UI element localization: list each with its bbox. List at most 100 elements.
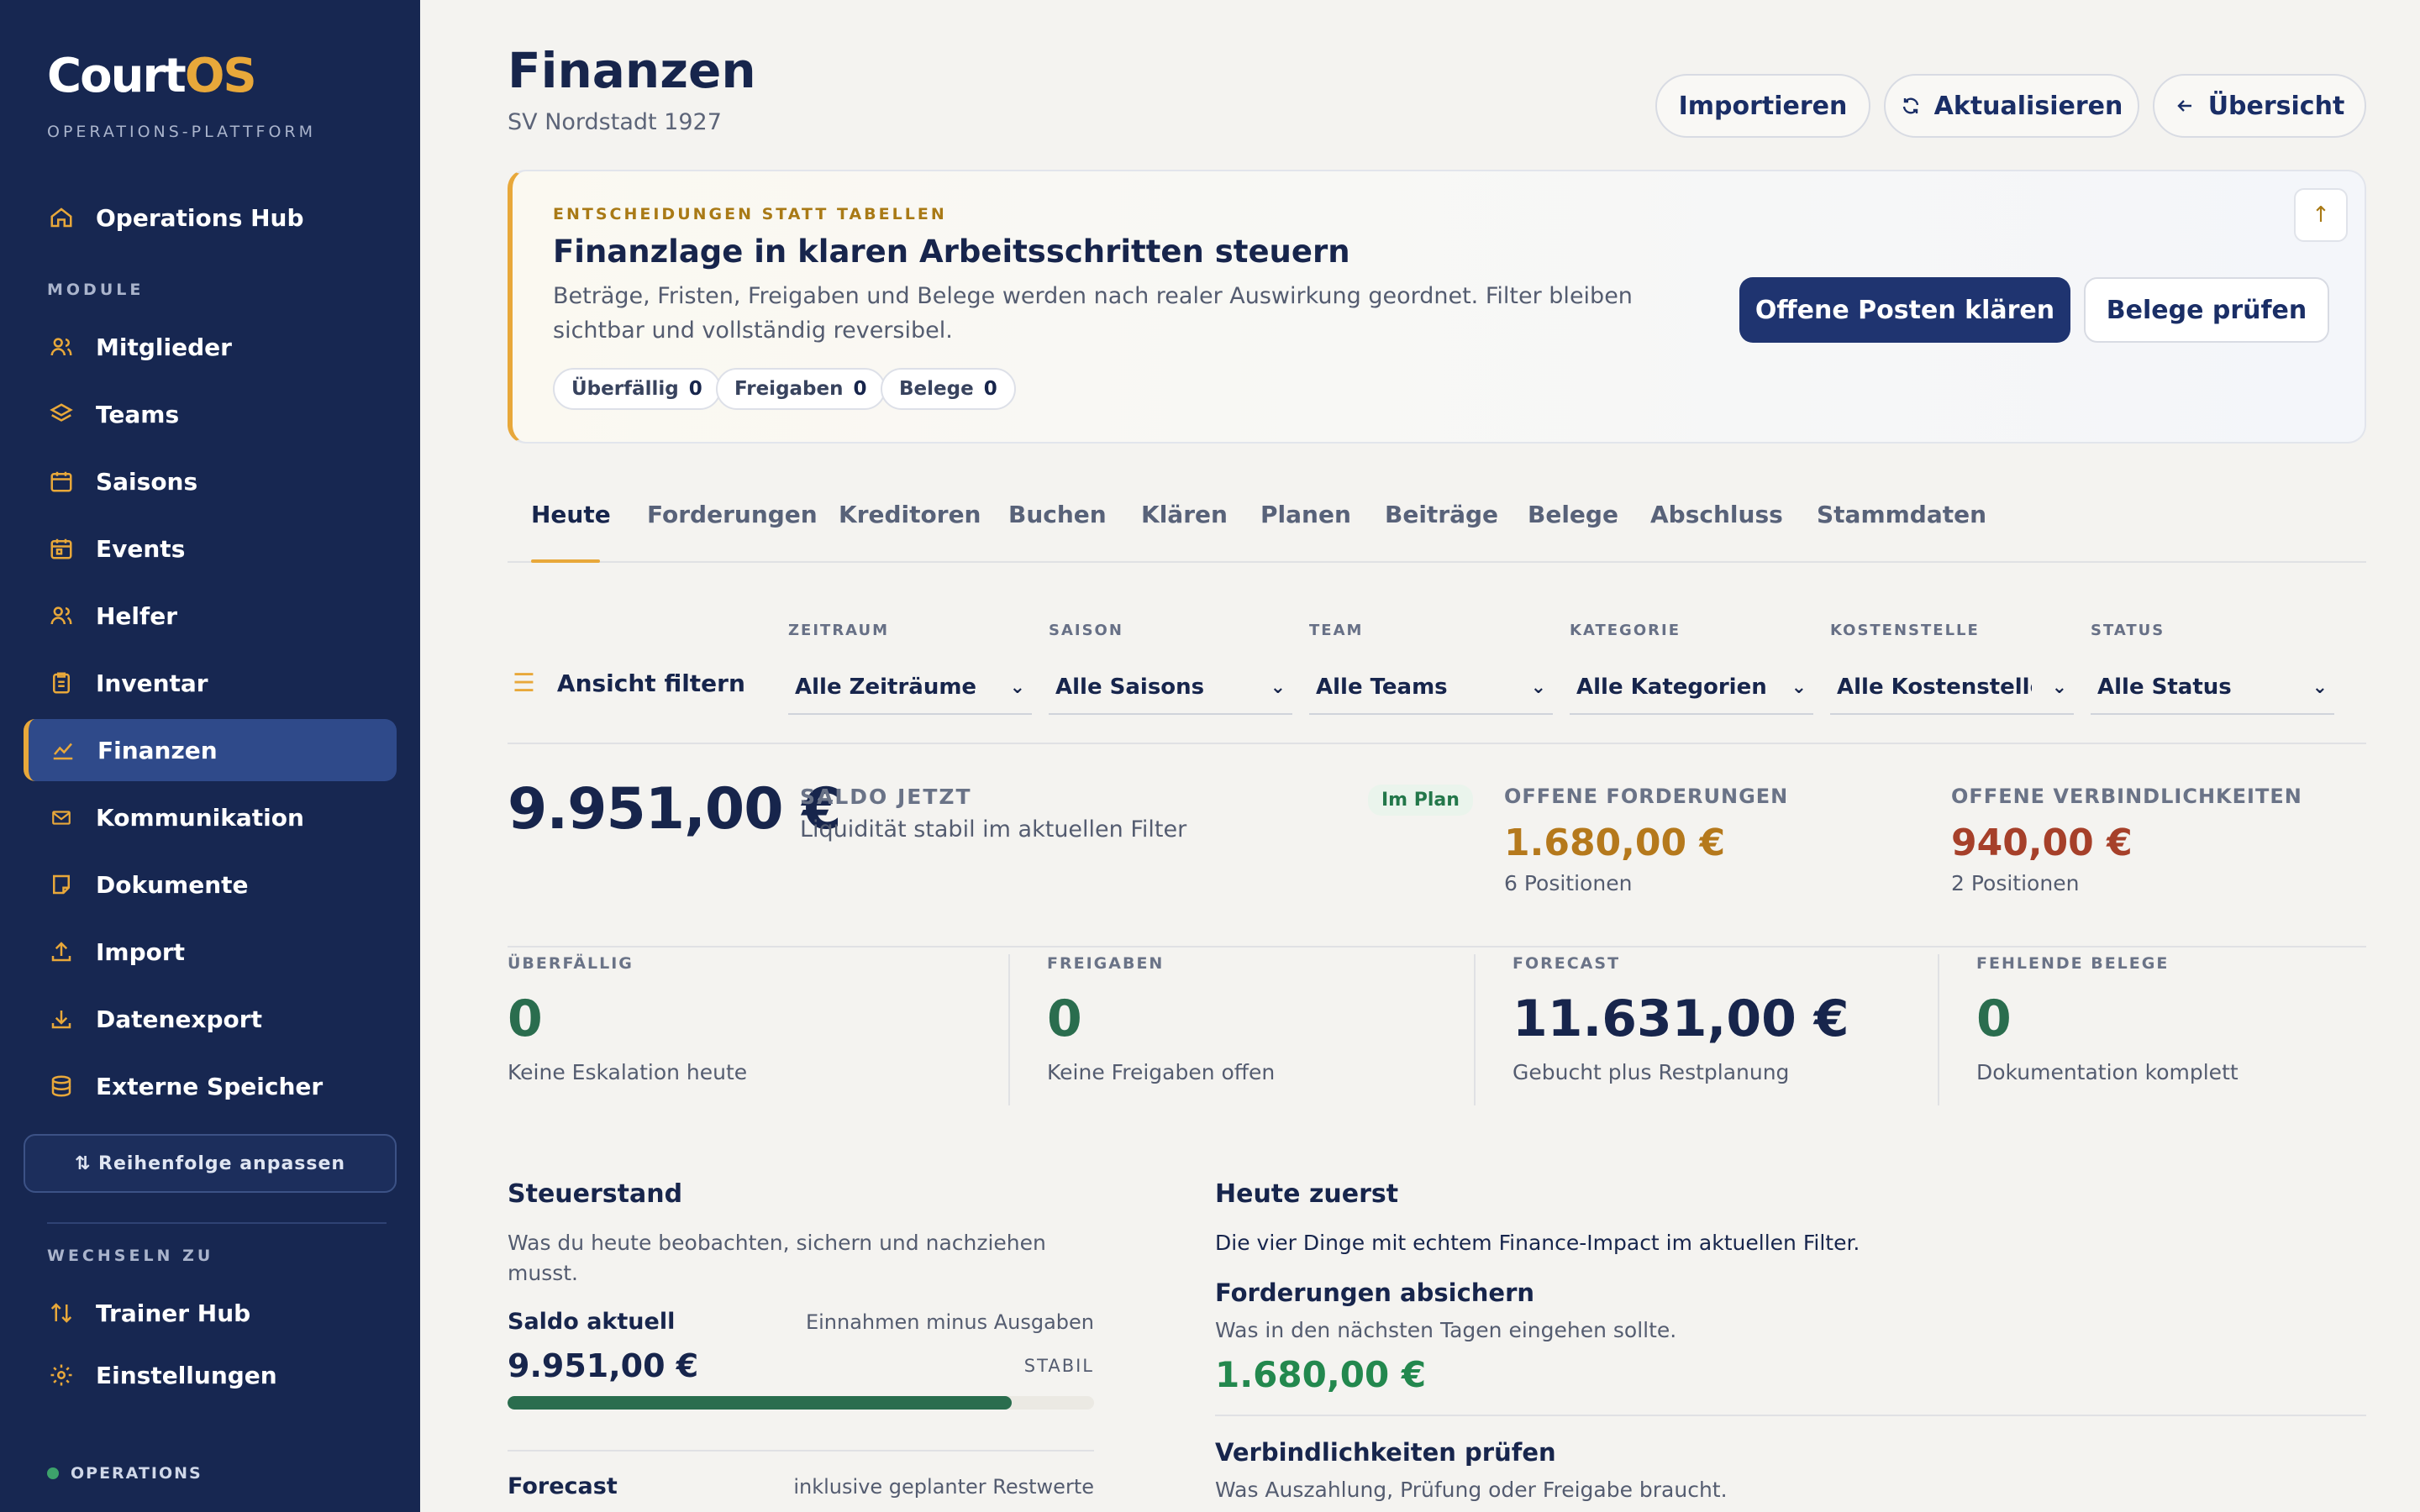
tab-label: Beiträge [1385, 501, 1499, 528]
item-divider [1215, 1415, 2366, 1416]
tab-bar: Heute Forderungen Kreditoren Buchen Klär… [508, 480, 2366, 563]
check-receipts-button[interactable]: Belege prüfen [2084, 277, 2329, 343]
tab-forderungen[interactable]: Forderungen [647, 501, 818, 528]
overview-button[interactable]: Übersicht [2153, 74, 2366, 138]
open-payables-kpi[interactable]: OFFENE VERBINDLICHKEITEN 940,00 € 2 Posi… [1951, 785, 2371, 895]
team-select[interactable]: Alle Teams ⌄ [1309, 661, 1553, 715]
sidebar-item-kommunikation[interactable]: Kommunikation [24, 786, 397, 848]
sidebar-item-label: Trainer Hub [96, 1299, 251, 1327]
chip-ueberfaellig[interactable]: Überfällig 0 [553, 368, 721, 410]
list-filter-icon: ☰ [513, 669, 535, 698]
sidebar-item-datenexport[interactable]: Datenexport [24, 988, 397, 1050]
sidebar-item-label: Operations Hub [96, 203, 304, 232]
tab-beitraege[interactable]: Beiträge [1385, 501, 1498, 528]
stat-divider [1474, 954, 1476, 1105]
kpi-label: OFFENE FORDERUNGEN [1504, 785, 1789, 808]
main-content: Finanzen SV Nordstadt 1927 Importieren A… [420, 0, 2420, 1512]
steuerstand-title: Steuerstand [508, 1179, 683, 1209]
filter-label-text: Ansicht filtern [556, 669, 745, 697]
select-value: Alle Kategorien [1576, 675, 1767, 700]
refresh-button[interactable]: Aktualisieren [1884, 74, 2139, 138]
tab-label: Klären [1141, 501, 1228, 528]
database-icon [47, 1072, 76, 1100]
stat-value: 11.631,00 € [1512, 990, 1849, 1048]
tab-planen[interactable]: Planen [1260, 501, 1351, 528]
stat-value: 0 [508, 990, 543, 1048]
stat-label: FEHLENDE BELEGE [1976, 954, 2170, 973]
verbindlichkeiten-pruefen-title[interactable]: Verbindlichkeiten prüfen [1215, 1438, 1556, 1467]
kostenstelle-select[interactable]: Alle Kostenstellen ⌄ [1830, 661, 2074, 715]
progress-fill [508, 1396, 1013, 1410]
sidebar-item-mitglieder[interactable]: Mitglieder [24, 316, 397, 378]
import-button[interactable]: Importieren [1655, 74, 1870, 138]
calendar-event-icon [47, 534, 76, 563]
sidebar-item-helfer[interactable]: Helfer [24, 585, 397, 647]
open-receivables-kpi[interactable]: OFFENE FORDERUNGEN 1.680,00 € 6 Position… [1504, 785, 1924, 895]
app-logo[interactable]: CourtOS [47, 49, 257, 103]
refresh-icon [1901, 96, 1921, 116]
app-tagline: OPERATIONS-PLATTFORM [47, 123, 317, 141]
tab-buchen[interactable]: Buchen [1008, 501, 1107, 528]
chip-freigaben[interactable]: Freigaben 0 [716, 368, 886, 410]
layers-icon [47, 400, 76, 428]
clear-open-items-button[interactable]: Offene Posten klären [1739, 277, 2070, 343]
saldo-aktuell-value: 9.951,00 € [508, 1347, 699, 1384]
stat-label: ÜBERFÄLLIG [508, 954, 634, 973]
tab-stammdaten[interactable]: Stammdaten [1817, 501, 1986, 528]
sidebar: CourtOS OPERATIONS-PLATTFORM Operations … [0, 0, 420, 1512]
sidebar-item-einstellungen[interactable]: Einstellungen [24, 1344, 397, 1406]
sidebar-item-teams[interactable]: Teams [24, 383, 397, 445]
users-icon [47, 333, 76, 361]
tab-abschluss[interactable]: Abschluss [1650, 501, 1783, 528]
tab-kreditoren[interactable]: Kreditoren [839, 501, 981, 528]
zeitraum-select[interactable]: Alle Zeiträume ⌄ [788, 661, 1032, 715]
chip-belege[interactable]: Belege 0 [881, 368, 1016, 410]
sidebar-item-inventar[interactable]: Inventar [24, 652, 397, 714]
reorder-button[interactable]: ⇅ Reihenfolge anpassen [24, 1134, 397, 1193]
document-icon [47, 870, 76, 899]
stat-label: FREIGABEN [1047, 954, 1165, 973]
chevron-down-icon: ⌄ [1270, 676, 1286, 698]
sidebar-item-label: Inventar [96, 669, 208, 697]
saison-select[interactable]: Alle Saisons ⌄ [1049, 661, 1292, 715]
tab-klaeren[interactable]: Klären [1141, 501, 1228, 528]
sidebar-item-label: Einstellungen [96, 1361, 277, 1389]
forecast-label: Forecast [508, 1473, 618, 1499]
sidebar-item-dokumente[interactable]: Dokumente [24, 853, 397, 916]
chart-line-icon [49, 736, 77, 764]
page-title: Finanzen [508, 42, 756, 99]
stat-freigaben: FREIGABEN 0 Keine Freigaben offen [1047, 954, 1467, 1105]
saldo-label: SALDO JETZT [800, 785, 972, 809]
sidebar-item-label: Helfer [96, 601, 178, 630]
sidebar-item-trainer-hub[interactable]: Trainer Hub [24, 1282, 397, 1344]
sidebar-item-operations-hub[interactable]: Operations Hub [24, 186, 397, 249]
sidebar-item-label: Kommunikation [96, 803, 304, 832]
tab-label: Heute [531, 501, 611, 528]
filter-toggle[interactable]: ☰ Ansicht filtern [513, 669, 745, 698]
arrow-left-icon [2175, 96, 2195, 116]
switch-heading: WECHSELN ZU [47, 1247, 214, 1265]
verbindlichkeiten-pruefen-description: Was Auszahlung, Prüfung oder Freigabe br… [1215, 1478, 1728, 1502]
sidebar-item-label: Finanzen [97, 736, 218, 764]
filter-bar: ☰ Ansicht filtern ZEITRAUM Alle Zeiträume ⌄… [508, 588, 2366, 744]
sidebar-item-finanzen[interactable]: Finanzen [24, 719, 397, 781]
tab-heute[interactable]: Heute [531, 501, 611, 528]
logo-text-main: Court [47, 49, 187, 103]
kategorie-select[interactable]: Alle Kategorien ⌄ [1570, 661, 1813, 715]
sidebar-item-saisons[interactable]: Saisons [24, 450, 397, 512]
sidebar-item-events[interactable]: Events [24, 517, 397, 580]
tab-belege[interactable]: Belege [1528, 501, 1618, 528]
kpi-sub: 2 Positionen [1951, 871, 2080, 895]
row-divider [508, 1450, 1094, 1452]
sidebar-item-import[interactable]: Import [24, 921, 397, 983]
collapse-up-button[interactable]: ↑ [2294, 188, 2348, 242]
chevron-down-icon: ⌄ [1530, 676, 1546, 698]
chip-count: 0 [853, 378, 867, 400]
active-tab-indicator [531, 559, 600, 563]
status-select[interactable]: Alle Status ⌄ [2091, 661, 2334, 715]
arrow-up-icon: ↑ [2312, 202, 2330, 228]
kpi-sub: 6 Positionen [1504, 871, 1633, 895]
chip-count: 0 [983, 378, 997, 400]
sidebar-item-externe-speicher[interactable]: Externe Speicher [24, 1055, 397, 1117]
forderungen-absichern-title[interactable]: Forderungen absichern [1215, 1278, 1534, 1307]
